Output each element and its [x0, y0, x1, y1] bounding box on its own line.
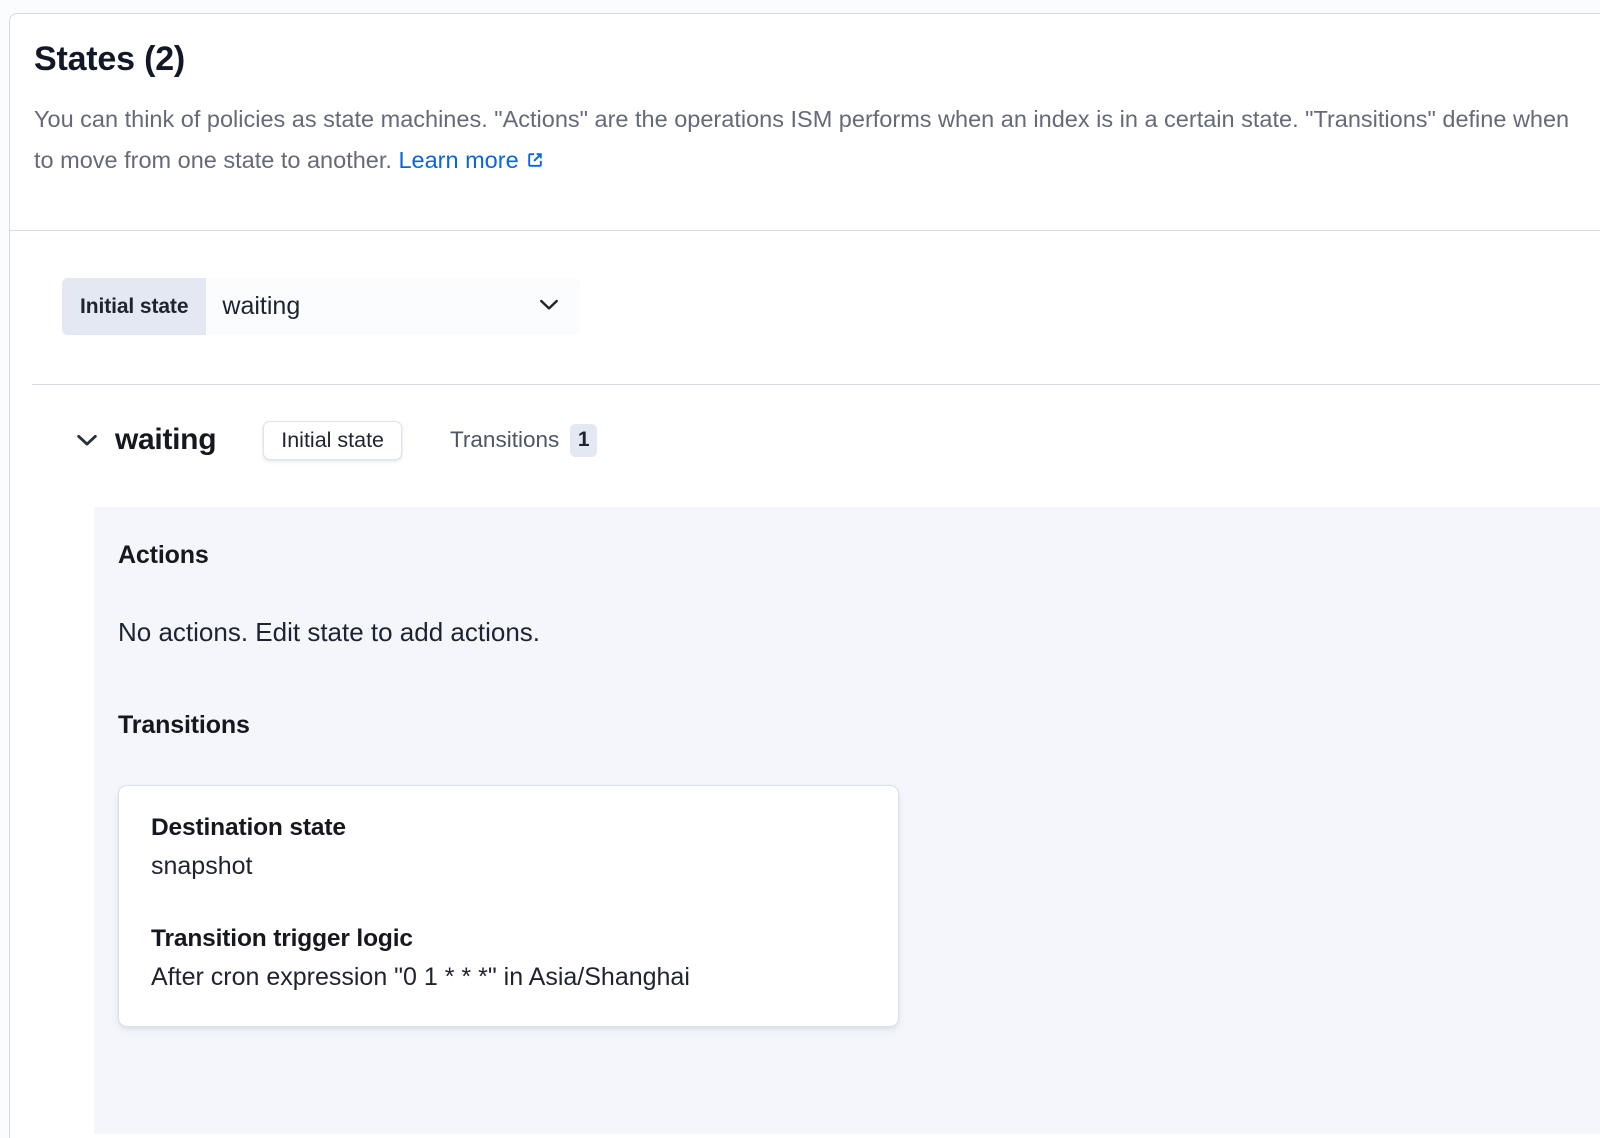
states-panel: States (2) You can think of policies as … — [9, 13, 1600, 1138]
states-panel-screen: States (2) You can think of policies as … — [0, 0, 1600, 1138]
transition-trigger-value: After cron expression "0 1 * * *" in Asi… — [151, 963, 866, 992]
state-name: waiting — [115, 423, 216, 457]
state-header-row[interactable]: waiting Initial state Transitions 1 — [10, 385, 1600, 495]
transition-trigger-label: Transition trigger logic — [151, 925, 866, 953]
destination-state-field: Destination state snapshot — [151, 814, 866, 881]
chevron-down-icon[interactable] — [70, 423, 106, 457]
destination-state-value: snapshot — [151, 852, 866, 881]
destination-state-label: Destination state — [151, 814, 866, 842]
initial-state-select-group: Initial state waiting — [62, 278, 580, 335]
status-badge-initial-state: Initial state — [263, 421, 402, 460]
initial-state-value: waiting — [222, 292, 300, 321]
header-divider — [10, 230, 1600, 231]
actions-heading: Actions — [118, 533, 1600, 570]
transition-card: Destination state snapshot Transition tr… — [118, 785, 899, 1027]
chevron-down-icon — [534, 289, 564, 324]
state-body: Actions No actions. Edit state to add ac… — [94, 507, 1600, 1134]
transitions-count-badge: 1 — [570, 424, 597, 457]
panel-description-text: You can think of policies as state machi… — [34, 106, 1569, 173]
transitions-heading: Transitions — [118, 711, 1600, 740]
page-title: States (2) — [34, 40, 1600, 79]
state-accordion-waiting: waiting Initial state Transitions 1 Acti… — [10, 385, 1600, 495]
transition-trigger-field: Transition trigger logic After cron expr… — [151, 925, 866, 992]
panel-header: States (2) You can think of policies as … — [10, 14, 1600, 183]
learn-more-label: Learn more — [398, 147, 518, 173]
panel-description: You can think of policies as state machi… — [34, 99, 1579, 183]
transitions-summary-label: Transitions — [450, 427, 559, 453]
learn-more-link[interactable]: Learn more — [398, 147, 518, 173]
initial-state-select[interactable]: waiting — [206, 278, 580, 335]
actions-empty-text: No actions. Edit state to add actions. — [118, 617, 1600, 648]
initial-state-select-row: Initial state waiting — [62, 278, 580, 335]
external-link-icon — [525, 142, 545, 183]
initial-state-label: Initial state — [62, 278, 206, 335]
transitions-summary: Transitions 1 — [450, 424, 597, 457]
